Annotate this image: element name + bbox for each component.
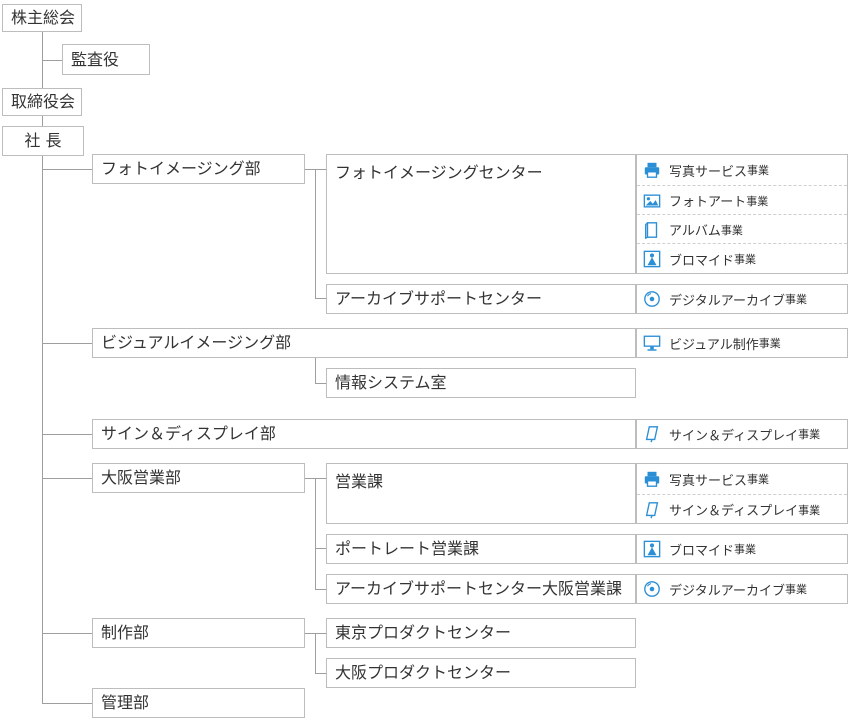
printer-icon <box>644 162 660 178</box>
business-suffix: 事業 <box>720 223 743 237</box>
center-archive-support: アーカイブサポートセンター <box>326 284 636 314</box>
org-board-box: 取締役会 <box>2 88 82 116</box>
business-item-digital-archive: デジタルアーカイブ 事業 <box>637 575 847 603</box>
picture-icon <box>643 193 661 208</box>
dept-osaka-sales: 大阪営業部 <box>92 463 305 493</box>
business-list-visual: ビジュアル制作 事業 <box>636 328 848 358</box>
business-item-photo-art: フォトアート 事業 <box>637 185 847 215</box>
dept-production: 制作部 <box>92 618 305 648</box>
org-auditor-box: 監査役 <box>62 44 150 75</box>
business-label: ブロマイド <box>669 543 735 559</box>
connector <box>315 633 316 673</box>
connector <box>315 358 316 383</box>
dept-visual-imaging: ビジュアルイメージング部 <box>92 328 636 358</box>
business-label: フォトアート <box>669 195 747 210</box>
sign-icon <box>645 501 659 518</box>
connector <box>42 478 92 479</box>
business-list-archive-osaka: デジタルアーカイブ 事業 <box>636 574 848 604</box>
business-label: アルバム <box>669 224 721 239</box>
business-item-visual-production: ビジュアル制作 事業 <box>637 329 847 357</box>
business-label: 写真サービス <box>669 473 748 489</box>
center-tokyo-product: 東京プロダクトセンター <box>326 618 636 648</box>
business-label: ブロマイド <box>669 253 735 269</box>
business-label: サイン＆ディスプレイ <box>669 504 799 519</box>
dept-administration: 管理部 <box>92 688 305 718</box>
connector <box>42 116 43 126</box>
office-info-systems: 情報システム室 <box>326 368 636 398</box>
disc-icon <box>644 581 660 597</box>
connector <box>42 434 92 435</box>
connector <box>42 156 43 704</box>
business-item-sign-display: サイン＆ディスプレイ 事業 <box>637 420 847 448</box>
connector <box>315 298 326 299</box>
business-label: サイン＆ディスプレイ <box>669 428 799 444</box>
business-suffix: 事業 <box>747 473 770 486</box>
connector <box>315 169 316 298</box>
connector <box>42 703 92 704</box>
center-photo-imaging: フォトイメージングセンター <box>326 154 636 274</box>
business-item-digital-archive: デジタルアーカイブ 事業 <box>637 285 847 313</box>
business-item-bromide: ブロマイド 事業 <box>637 243 847 274</box>
center-osaka-product: 大阪プロダクトセンター <box>326 658 636 688</box>
business-list-portrait: ブロマイド 事業 <box>636 534 848 564</box>
business-suffix: 事業 <box>784 293 807 306</box>
bromide-icon <box>643 540 661 558</box>
connector <box>42 633 92 634</box>
connector <box>42 343 92 344</box>
business-suffix: 事業 <box>758 337 781 350</box>
sign-icon <box>645 426 659 443</box>
printer-icon <box>644 471 660 487</box>
connector <box>42 60 62 61</box>
business-list-sign: サイン＆ディスプレイ 事業 <box>636 419 848 449</box>
business-label: ビジュアル制作 <box>669 337 759 353</box>
dept-photo-imaging: フォトイメージング部 <box>92 154 305 184</box>
business-suffix: 事業 <box>784 583 807 596</box>
business-label: デジタルアーカイブ <box>669 293 785 309</box>
connector <box>315 589 326 590</box>
business-label: デジタルアーカイブ <box>669 583 785 599</box>
business-list-archive-center: デジタルアーカイブ 事業 <box>636 284 848 314</box>
business-suffix: 事業 <box>798 503 821 517</box>
business-item-album: アルバム 事業 <box>637 214 847 244</box>
business-suffix: 事業 <box>798 428 821 441</box>
album-icon <box>645 221 658 239</box>
business-suffix: 事業 <box>747 164 770 177</box>
business-list-osaka-sales: 写真サービス 事業 サイン＆ディスプレイ 事業 <box>636 463 848 524</box>
dept-sign-display: サイン＆ディスプレイ部 <box>92 419 636 449</box>
business-list-photo-center: 写真サービス 事業 フォトアート 事業 アルバム 事業 ブロマイド 事業 <box>636 154 848 274</box>
business-label: 写真サービス <box>669 164 748 180</box>
connector <box>315 673 326 674</box>
bromide-icon <box>643 250 661 268</box>
business-suffix: 事業 <box>734 543 757 556</box>
business-item-bromide: ブロマイド 事業 <box>637 535 847 563</box>
business-suffix: 事業 <box>746 194 769 208</box>
org-president-box: 社 長 <box>2 126 84 156</box>
monitor-icon <box>643 335 661 351</box>
disc-icon <box>644 291 660 307</box>
org-shareholders-box: 株主総会 <box>2 4 82 32</box>
business-item-photo-service: 写真サービス 事業 <box>637 464 847 494</box>
business-item-sign-display: サイン＆ディスプレイ 事業 <box>637 494 847 524</box>
section-portrait-sales: ポートレート営業課 <box>326 534 636 564</box>
connector <box>42 169 92 170</box>
section-archive-osaka-sales: アーカイブサポートセンター大阪営業課 <box>326 574 636 604</box>
business-suffix: 事業 <box>734 253 757 266</box>
connector <box>315 478 316 589</box>
connector <box>315 548 326 549</box>
section-sales: 営業課 <box>326 463 636 524</box>
business-item-photo-service: 写真サービス 事業 <box>637 155 847 185</box>
connector <box>315 383 326 384</box>
